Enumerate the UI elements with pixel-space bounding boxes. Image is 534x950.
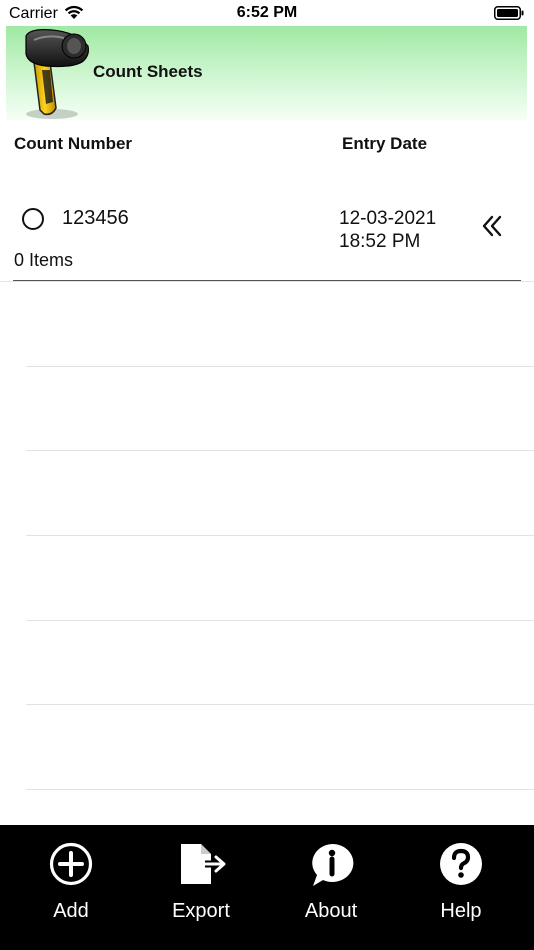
about-button[interactable]: About (276, 825, 386, 935)
battery-icon (494, 6, 524, 20)
column-header-count-number: Count Number (14, 134, 133, 153)
empty-row-separator (26, 789, 534, 790)
export-label: Export (172, 900, 230, 922)
empty-row-separator (26, 366, 534, 367)
info-bubble-icon (312, 843, 354, 886)
item-count: 0 Items (14, 250, 74, 270)
empty-row-separator (26, 535, 534, 536)
add-button[interactable]: Add (16, 825, 126, 935)
empty-row-separator (26, 620, 534, 621)
empty-row-separator (26, 450, 534, 451)
empty-row-separator (26, 704, 534, 705)
status-bar: Carrier 6:52 PM (0, 0, 534, 26)
barcode-scanner-icon (12, 26, 92, 120)
entry-date-time: 18:52 PM (339, 231, 421, 252)
help-button[interactable]: Help (406, 825, 516, 935)
select-radio[interactable] (22, 208, 44, 230)
bottom-toolbar: Add Export About Help (0, 825, 534, 950)
about-label: About (304, 900, 358, 922)
row-divider-shadow (0, 281, 534, 282)
column-header-entry-date: Entry Date (342, 134, 428, 153)
app-header: Count Sheets (6, 26, 527, 120)
question-circle-icon (440, 843, 482, 885)
status-time: 6:52 PM (236, 4, 298, 21)
entry-date-date: 12-03-2021 (339, 208, 437, 229)
add-label: Add (53, 900, 89, 922)
export-button[interactable]: Export (146, 825, 256, 935)
plus-circle-icon (49, 842, 93, 886)
double-chevron-left-icon[interactable] (478, 212, 506, 240)
export-icon (181, 844, 226, 884)
page-title: Count Sheets (93, 62, 203, 81)
entry-date-value: 12-03-2021 18:52 PM (339, 207, 436, 253)
table-row[interactable]: 123456 12-03-2021 18:52 PM 0 Items (0, 190, 534, 282)
help-label: Help (440, 900, 482, 922)
count-number-value: 123456 (62, 207, 129, 229)
